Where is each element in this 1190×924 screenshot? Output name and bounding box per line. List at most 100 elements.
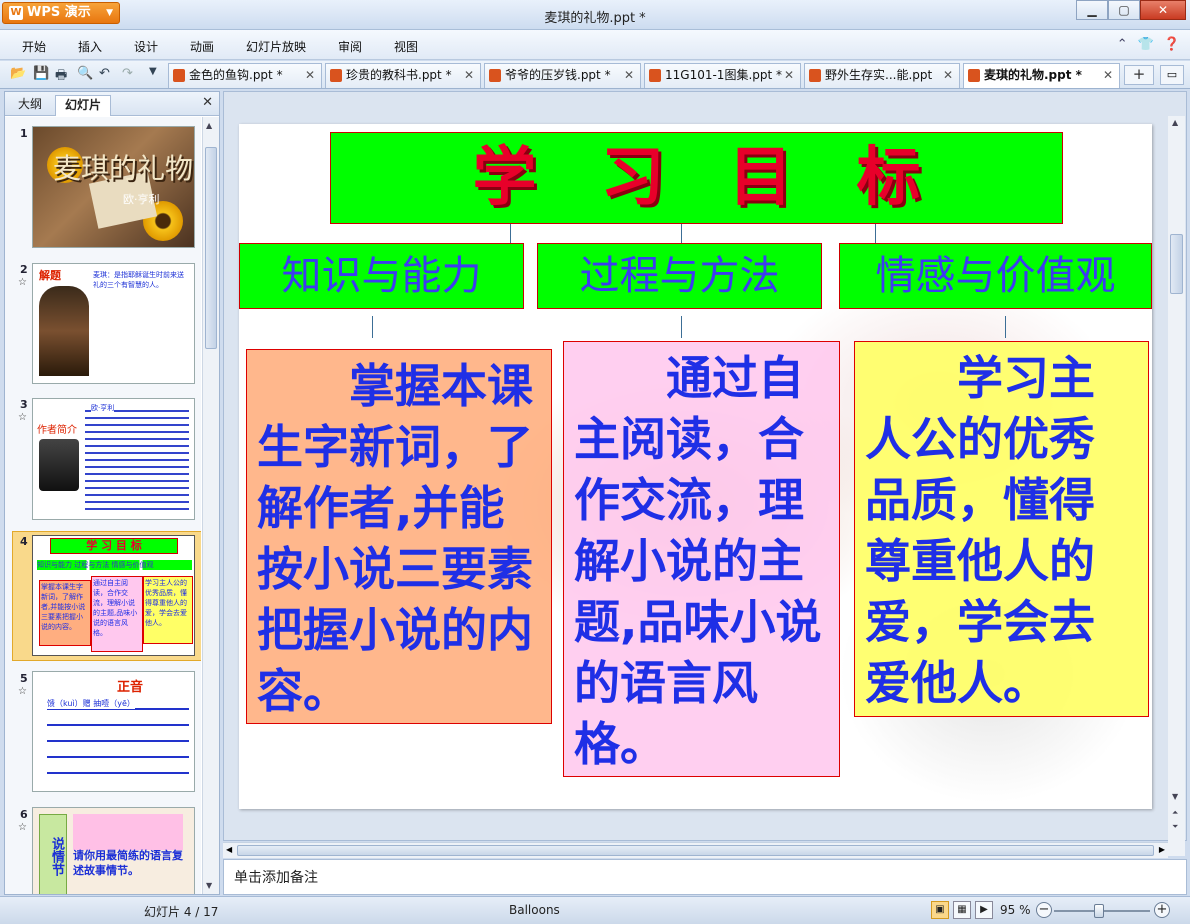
thumb-text: 欧·亨利 <box>91 403 115 413</box>
close-button[interactable]: ✕ <box>1140 0 1186 20</box>
doc-tab[interactable]: 金色的鱼钩.ppt * ✕ <box>168 63 322 88</box>
close-tab-icon[interactable]: ✕ <box>943 64 953 87</box>
slide-thumbnail-6[interactable]: 说情节 请你用最简练的语言复述故事情节。 <box>32 807 195 894</box>
thumb-title: 麦琪的礼物 <box>53 152 194 185</box>
slide-thumbnail-4[interactable]: 学 习 目 标 知识与能力 过程与方法 情感与价值观 掌握本课生字新词，了解作者… <box>32 535 195 656</box>
content-box-emotion[interactable]: 学习主人公的优秀品质，懂得尊重他人的爱，学会去爱他人。 <box>854 341 1149 717</box>
slide-thumbnail-3[interactable]: 作者简介 欧·亨利 <box>32 398 195 520</box>
help-icon[interactable]: ❓ <box>1164 37 1180 52</box>
tab-list-button[interactable]: ▭ <box>1160 65 1184 85</box>
doc-tab-label: 11G101-1图集.ppt * <box>665 68 783 82</box>
zoom-out-button[interactable]: − <box>1036 902 1052 918</box>
tab-slides[interactable]: 幻灯片 <box>55 95 112 116</box>
doc-tab[interactable]: 爷爷的压岁钱.ppt * ✕ <box>484 63 641 88</box>
slide-sorter-button[interactable]: ▦ <box>953 901 971 919</box>
thumb-number: 1 <box>20 127 28 140</box>
thumb-box: 掌握本课生字新词，了解作者,并能按小说三要素把握小说的内容。 <box>39 580 91 646</box>
doc-tab[interactable]: 珍贵的教科书.ppt * ✕ <box>325 63 481 88</box>
scroll-left-icon[interactable]: ◀ <box>226 845 232 854</box>
menu-bar: 开始 插入 设计 动画 幻灯片放映 审阅 视图 ⌃ 👕 ❓ <box>0 30 1190 60</box>
new-tab-button[interactable]: + <box>1124 65 1154 85</box>
slide-thumbnail-list: 1 麦琪的礼物 欧·亨利 2 ☆ 解题 麦琪：是指耶稣诞生时前来送礼的三个有智慧… <box>5 117 201 894</box>
scroll-down-icon[interactable]: ▼ <box>1172 792 1178 801</box>
thumbnail-scrollbar[interactable]: ▲ ▼ <box>202 117 219 894</box>
ppt-file-icon <box>489 69 501 82</box>
minimize-button[interactable]: ▁ <box>1076 0 1108 20</box>
content-box-knowledge[interactable]: 掌握本课生字新词，了解作者,并能按小说三要素把握小说的内容。 <box>246 349 552 724</box>
zoom-slider-handle[interactable] <box>1094 904 1104 918</box>
ppt-file-icon <box>173 69 185 82</box>
redo-icon[interactable]: ↷ <box>122 66 133 81</box>
tab-outline[interactable]: 大纲 <box>9 95 51 116</box>
status-bar: 幻灯片 4 / 17 Balloons ▣ ▦ ▶ 95 % − + <box>0 896 1190 924</box>
slide-title[interactable]: 学 习 目 标 <box>330 132 1063 224</box>
doc-tab[interactable]: 野外生存实...能.ppt ✕ <box>804 63 960 88</box>
collapse-ribbon-icon[interactable]: ⌃ <box>1117 37 1128 52</box>
thumb-author: 欧·亨利 <box>123 193 160 206</box>
close-panel-icon[interactable]: ✕ <box>202 95 213 110</box>
print-icon[interactable]: 🖶 <box>55 66 67 88</box>
scroll-down-icon[interactable]: ▼ <box>206 881 212 890</box>
print-preview-icon[interactable]: 🔍 <box>77 66 93 81</box>
skin-icon[interactable]: 👕 <box>1138 37 1154 52</box>
slide-thumbnail-1[interactable]: 麦琪的礼物 欧·亨利 <box>32 126 195 248</box>
menu-view[interactable]: 视图 <box>394 38 418 55</box>
slideshow-button[interactable]: ▶ <box>975 901 993 919</box>
menu-insert[interactable]: 插入 <box>78 38 102 55</box>
quick-access-dropdown-icon[interactable]: ▼ <box>149 66 157 77</box>
menu-design[interactable]: 设计 <box>134 38 158 55</box>
undo-icon[interactable]: ↶ <box>99 66 110 81</box>
subtitle-emotion[interactable]: 情感与价值观 <box>839 243 1152 309</box>
slide-thumbnail-5[interactable]: 正音 馈（kuì）赠 抽噎（yē） <box>32 671 195 792</box>
slide-indicator: 幻灯片 4 / 17 <box>144 905 219 919</box>
menu-right-icons: ⌃ 👕 ❓ <box>1117 37 1180 52</box>
animation-star-icon: ☆ <box>18 412 27 423</box>
animation-star-icon: ☆ <box>18 277 27 288</box>
close-tab-icon[interactable]: ✕ <box>305 64 315 87</box>
normal-view-icon: ▣ <box>935 904 945 915</box>
connector-line <box>372 316 373 338</box>
close-tab-icon[interactable]: ✕ <box>464 64 474 87</box>
open-folder-icon[interactable]: 📂 <box>10 66 26 81</box>
thumb-subtitles: 知识与能力 过程与方法 情感与价值观 <box>37 560 192 570</box>
current-slide[interactable]: 学 习 目 标 知识与能力 过程与方法 情感与价值观 掌握本课生字新词，了解作者… <box>239 124 1152 809</box>
slide-vertical-scrollbar[interactable]: ▲ ▼ ⏶ ⏷ <box>1168 116 1185 856</box>
thumb-title: 说情节 <box>39 814 67 894</box>
menu-slideshow[interactable]: 幻灯片放映 <box>246 38 306 55</box>
menu-review[interactable]: 审阅 <box>338 38 362 55</box>
doc-tab-label: 爷爷的压岁钱.ppt * <box>505 68 611 82</box>
next-slide-icon[interactable]: ⏷ <box>1172 822 1178 832</box>
slide-horizontal-scrollbar[interactable]: ◀ ▶ <box>223 842 1168 858</box>
scrollbar-thumb[interactable] <box>1170 234 1183 294</box>
normal-view-button[interactable]: ▣ <box>931 901 949 919</box>
scrollbar-thumb[interactable] <box>237 845 1154 856</box>
grid-icon: ▦ <box>957 904 967 915</box>
menu-animation[interactable]: 动画 <box>190 38 214 55</box>
save-icon[interactable]: 💾 <box>33 66 49 81</box>
close-tab-icon[interactable]: ✕ <box>624 64 634 87</box>
zoom-level: 95 % <box>1000 903 1031 917</box>
minus-icon: − <box>1038 902 1050 917</box>
connector-line <box>510 224 511 243</box>
window-title: 麦琪的礼物.ppt * <box>544 11 646 26</box>
content-box-process[interactable]: 通过自主阅读，合作交流，理解小说的主题,品味小说的语言风格。 <box>563 341 840 777</box>
scroll-up-icon[interactable]: ▲ <box>206 121 212 130</box>
subtitle-process[interactable]: 过程与方法 <box>537 243 822 309</box>
notes-pane[interactable]: 单击添加备注 <box>223 859 1187 895</box>
previous-slide-icon[interactable]: ⏶ <box>1172 808 1178 818</box>
doc-tab[interactable]: 11G101-1图集.ppt * ✕ <box>644 63 801 88</box>
menu-home[interactable]: 开始 <box>22 38 46 55</box>
scroll-up-icon[interactable]: ▲ <box>1172 118 1178 127</box>
thumb-title: 作者简介 <box>37 425 77 436</box>
doc-tab-label: 野外生存实...能.ppt <box>825 68 933 82</box>
zoom-in-button[interactable]: + <box>1154 902 1170 918</box>
close-tab-icon[interactable]: ✕ <box>784 64 794 87</box>
close-tab-icon[interactable]: ✕ <box>1103 64 1113 87</box>
slide-thumbnail-2[interactable]: 解题 麦琪：是指耶稣诞生时前来送礼的三个有智慧的人。 <box>32 263 195 384</box>
scrollbar-thumb[interactable] <box>205 147 217 349</box>
doc-tab-active[interactable]: 麦琪的礼物.ppt * ✕ <box>963 63 1120 88</box>
subtitle-knowledge[interactable]: 知识与能力 <box>239 243 524 309</box>
maximize-button[interactable]: ▢ <box>1108 0 1140 20</box>
ppt-file-icon <box>330 69 342 82</box>
scroll-right-icon[interactable]: ▶ <box>1159 845 1165 854</box>
